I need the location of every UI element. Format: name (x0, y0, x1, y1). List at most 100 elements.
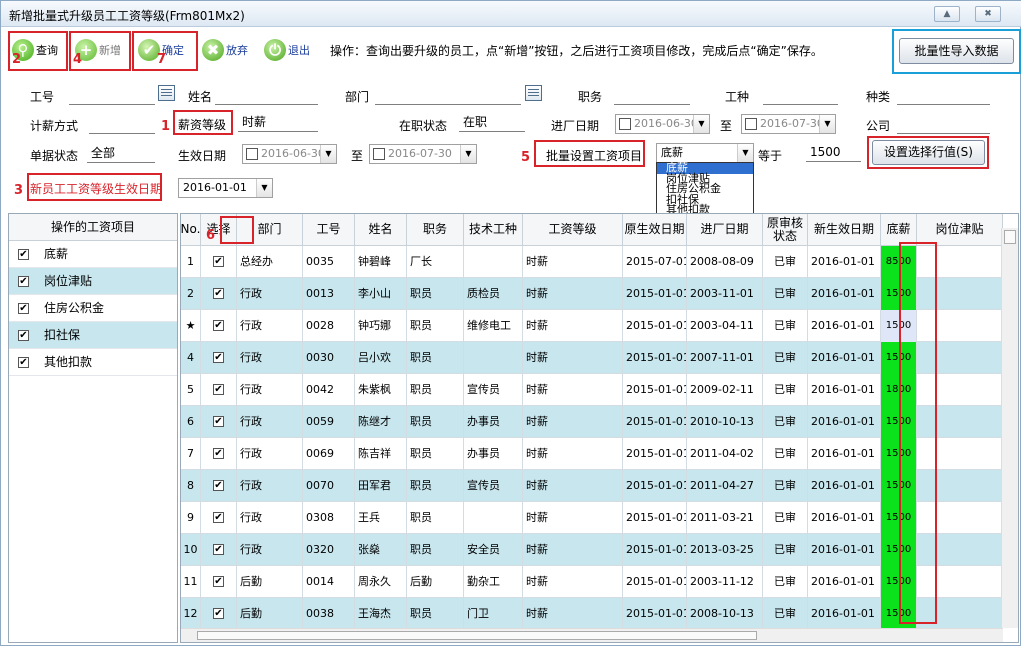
column-header[interactable]: 姓名 (355, 214, 407, 246)
table-row[interactable]: 4 ✔ 行政 0030 吕小欢 职员 时薪 2015-01-01 2007-11-01 已审 201… (181, 342, 1003, 374)
salary-item[interactable]: ✔ 住房公积金 (9, 295, 177, 322)
checkbox[interactable]: ✔ (18, 276, 29, 287)
highlight-box (867, 136, 989, 169)
table-row[interactable]: 1 ✔ 总经办 0035 钟碧峰 厂长 时薪 2015-07-01 2008-08-09 已审 20… (181, 246, 1003, 278)
eff-to-date[interactable]: 2016-07-30 ▼ (369, 144, 477, 164)
date-checkbox[interactable] (619, 118, 631, 130)
select-cell[interactable]: ✔ (201, 246, 237, 278)
join-cell: 2013-03-25 (687, 534, 763, 566)
select-cell[interactable]: ✔ (201, 598, 237, 630)
date-checkbox[interactable] (745, 118, 757, 130)
new-eff-date[interactable]: 2016-01-01 ▼ (178, 178, 273, 198)
table-row[interactable]: 12 ✔ 后勤 0038 王海杰 职员 门卫 时薪 2015-01-01 2008-10-13 已审… (181, 598, 1003, 630)
checkbox[interactable]: ✔ (18, 357, 29, 368)
row-checkbox[interactable]: ✔ (213, 544, 224, 555)
dept-input[interactable] (375, 87, 521, 105)
table-row[interactable]: 5 ✔ 行政 0042 朱紫枫 职员 宣传员 时薪 2015-01-01 2009-02-11 已审… (181, 374, 1003, 406)
chevron-down-icon[interactable]: ▼ (737, 144, 753, 162)
batch-item-select[interactable]: 底薪 ▼ (656, 143, 754, 163)
column-header[interactable]: 原审核状态 (763, 214, 808, 246)
row-checkbox[interactable]: ✔ (213, 608, 224, 619)
select-cell[interactable]: ✔ (201, 534, 237, 566)
table-row[interactable]: 7 ✔ 行政 0069 陈吉祥 职员 办事员 时薪 2015-01-01 2011-04-02 已审… (181, 438, 1003, 470)
power-icon: ⏻ (264, 39, 286, 61)
name-input[interactable] (215, 87, 318, 105)
eff-from-date[interactable]: 2016-06-30 ▼ (242, 144, 337, 164)
discard-button[interactable]: ✖ 放弃 (202, 34, 248, 66)
select-cell[interactable]: ✔ (201, 502, 237, 534)
row-checkbox[interactable]: ✔ (213, 320, 224, 331)
position-input[interactable] (614, 87, 690, 105)
row-checkbox[interactable]: ✔ (213, 384, 224, 395)
row-checkbox[interactable]: ✔ (213, 416, 224, 427)
table-row[interactable]: 6 ✔ 行政 0059 陈继才 职员 办事员 时薪 2015-01-01 2010-10-13 已审… (181, 406, 1003, 438)
close-button[interactable]: ✖ (975, 6, 1001, 22)
checkbox[interactable]: ✔ (18, 303, 29, 314)
minimize-button[interactable]: ▲ (934, 6, 960, 22)
category-input[interactable] (897, 87, 990, 105)
row-checkbox[interactable]: ✔ (213, 288, 224, 299)
status-input[interactable]: 在职 (459, 114, 525, 132)
select-cell[interactable]: ✔ (201, 310, 237, 342)
column-header[interactable]: 工资等级 (523, 214, 623, 246)
row-checkbox[interactable]: ✔ (213, 448, 224, 459)
scroll-thumb[interactable] (197, 631, 757, 640)
salary-item[interactable]: ✔ 其他扣款 (9, 349, 177, 376)
row-checkbox[interactable]: ✔ (213, 576, 224, 587)
pay-grade-input[interactable]: 时薪 (238, 114, 318, 132)
join-from-date[interactable]: 2016-06-30 ▼ (615, 114, 710, 134)
date-checkbox[interactable] (246, 148, 258, 160)
table-row[interactable]: 10 ✔ 行政 0320 张燊 职员 安全员 时薪 2015-01-01 2013-03-25 已审… (181, 534, 1003, 566)
exit-button[interactable]: ⏻ 退出 (264, 34, 310, 66)
salary-item[interactable]: ✔ 底薪 (9, 241, 177, 268)
table-row[interactable]: 9 ✔ 行政 0308 王兵 职员 时薪 2015-01-01 2011-03-21 已审 2016… (181, 502, 1003, 534)
column-header[interactable]: 工号 (303, 214, 355, 246)
scroll-thumb[interactable] (1004, 230, 1016, 244)
select-cell[interactable]: ✔ (201, 342, 237, 374)
chevron-down-icon[interactable]: ▼ (256, 179, 272, 197)
select-cell[interactable]: ✔ (201, 406, 237, 438)
select-cell[interactable]: ✔ (201, 438, 237, 470)
table-row[interactable]: 11 ✔ 后勤 0014 周永久 后勤 勤杂工 时薪 2015-01-01 2003-11-12 已… (181, 566, 1003, 598)
row-checkbox[interactable]: ✔ (213, 256, 224, 267)
chevron-down-icon[interactable]: ▼ (819, 115, 835, 133)
horizontal-scrollbar[interactable] (181, 628, 1003, 642)
select-cell[interactable]: ✔ (201, 278, 237, 310)
vertical-scrollbar[interactable] (1001, 228, 1018, 628)
emp-no-input[interactable] (69, 87, 155, 105)
select-cell[interactable]: ✔ (201, 374, 237, 406)
column-header[interactable]: 职务 (407, 214, 464, 246)
date-checkbox[interactable] (373, 148, 385, 160)
table-row[interactable]: 2 ✔ 行政 0013 李小山 职员 质检员 时薪 2015-01-01 2003-11-01 已审… (181, 278, 1003, 310)
grade-cell: 时薪 (523, 534, 623, 566)
select-cell[interactable]: ✔ (201, 566, 237, 598)
join-to-date[interactable]: 2016-07-30 ▼ (741, 114, 836, 134)
column-header[interactable]: 技术工种 (464, 214, 523, 246)
chevron-down-icon[interactable]: ▼ (693, 115, 709, 133)
chevron-down-icon[interactable]: ▼ (320, 145, 336, 163)
column-header[interactable]: 新生效日期 (808, 214, 881, 246)
row-checkbox[interactable]: ✔ (213, 480, 224, 491)
row-checkbox[interactable]: ✔ (213, 512, 224, 523)
company-input[interactable] (897, 116, 990, 134)
table-row[interactable]: ★ ✔ 行政 0028 钟巧娜 职员 维修电工 时薪 2015-01-01 2003-04-11 已… (181, 310, 1003, 342)
column-header[interactable]: 原生效日期 (623, 214, 687, 246)
lookup-icon[interactable] (158, 85, 175, 101)
salary-item[interactable]: ✔ 岗位津贴 (9, 268, 177, 295)
column-header[interactable]: No. (181, 214, 201, 246)
equals-input[interactable]: 1500 (806, 144, 861, 162)
row-checkbox[interactable]: ✔ (213, 352, 224, 363)
select-cell[interactable]: ✔ (201, 470, 237, 502)
chevron-down-icon[interactable]: ▼ (460, 145, 476, 163)
lookup-icon[interactable] (525, 85, 542, 101)
table-row[interactable]: 8 ✔ 行政 0070 田军君 职员 宣传员 时薪 2015-01-01 2011-04-27 已审… (181, 470, 1003, 502)
column-header[interactable]: 进厂日期 (687, 214, 763, 246)
grade-cell: 时薪 (523, 502, 623, 534)
bill-status-input[interactable]: 全部 (87, 145, 155, 163)
new_eff-cell: 2016-01-01 (808, 310, 881, 342)
salary-item[interactable]: ✔ 扣社保 (9, 322, 177, 349)
checkbox[interactable]: ✔ (18, 330, 29, 341)
checkbox[interactable]: ✔ (18, 249, 29, 260)
trade-input[interactable] (763, 87, 838, 105)
pay-method-input[interactable] (89, 116, 155, 134)
